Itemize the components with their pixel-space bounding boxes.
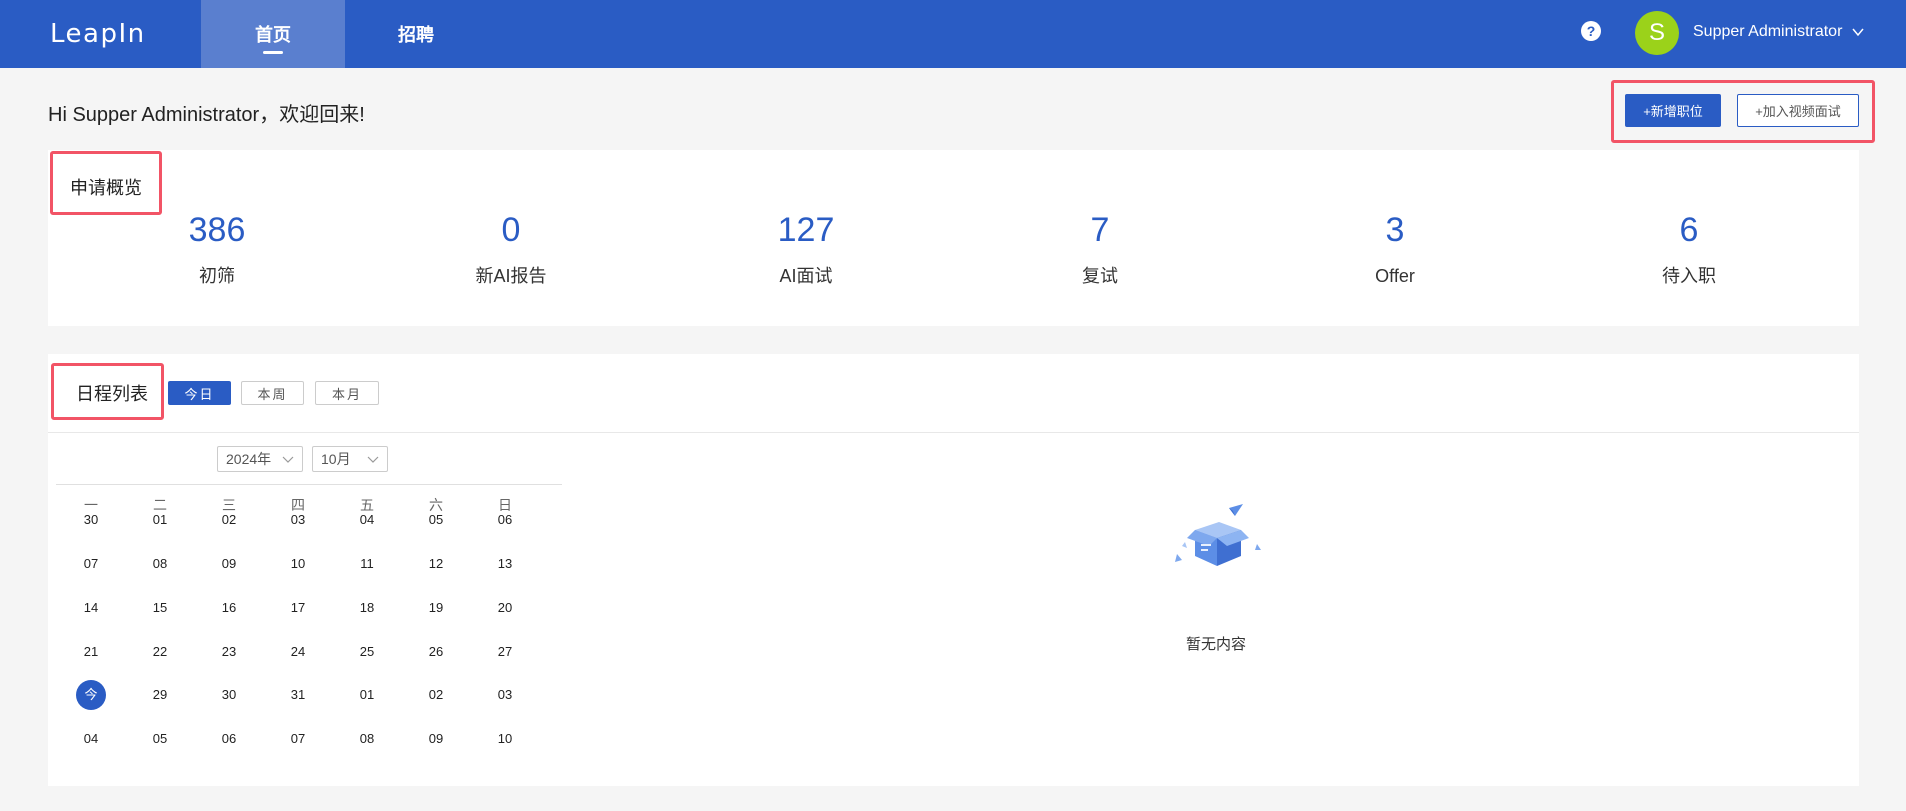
schedule-list-card: 日程列表 今日 本周 本月 2024年 10月 一二三四五六日 30 01 02 03 0… — [48, 354, 1859, 786]
month-select[interactable]: 10月 — [312, 446, 388, 472]
stat-value: 6 — [1679, 211, 1699, 249]
calendar-day[interactable]: 06 — [214, 724, 244, 754]
calendar-day[interactable]: 29 — [145, 680, 175, 710]
month-select-value: 10月 — [321, 451, 351, 467]
calendar-day[interactable]: 05 — [145, 724, 175, 754]
calendar-day[interactable]: 12 — [421, 549, 451, 579]
segment-today[interactable]: 今日 — [168, 381, 231, 405]
calendar-day[interactable]: 06 — [490, 505, 520, 535]
tab-recruitment-label: 招聘 — [398, 25, 434, 45]
segment-this-month[interactable]: 本月 — [315, 381, 379, 405]
tab-recruitment[interactable]: 招聘 — [344, 0, 488, 68]
calendar-day[interactable]: 07 — [283, 724, 313, 754]
join-video-interview-button[interactable]: +加入视频面试 — [1737, 94, 1859, 127]
calendar-day[interactable]: 26 — [421, 637, 451, 667]
stat-label: 待入职 — [1662, 266, 1716, 286]
add-position-button[interactable]: +新增职位 — [1625, 94, 1721, 127]
calendar-day-today[interactable]: 今 — [76, 680, 106, 710]
stat-value: 127 — [777, 211, 835, 249]
calendar-day[interactable]: 09 — [421, 724, 451, 754]
calendar-day[interactable]: 01 — [352, 680, 382, 710]
schedule-divider — [48, 432, 1859, 433]
stat-initial-screening[interactable]: 386 初筛 — [117, 210, 317, 288]
stat-pending-onboarding[interactable]: 6 待入职 — [1589, 210, 1789, 288]
calendar-day[interactable]: 21 — [76, 637, 106, 667]
calendar-day[interactable]: 24 — [283, 637, 313, 667]
stat-new-ai-report[interactable]: 0 新AI报告 — [411, 210, 611, 288]
welcome-message: Hi Supper Administrator，欢迎回来! — [48, 104, 365, 126]
calendar-day[interactable]: 13 — [490, 549, 520, 579]
schedule-title: 日程列表 — [76, 384, 148, 404]
chevron-down-icon — [282, 456, 294, 463]
calendar-day[interactable]: 15 — [145, 593, 175, 623]
calendar-day[interactable]: 22 — [145, 637, 175, 667]
empty-state-text: 暂无内容 — [1186, 636, 1247, 653]
stat-label: 初筛 — [199, 266, 235, 286]
calendar-day[interactable]: 11 — [352, 549, 382, 579]
calendar-day[interactable]: 03 — [283, 505, 313, 535]
calendar-day[interactable]: 03 — [490, 680, 520, 710]
stat-value: 7 — [1090, 211, 1110, 249]
stat-value: 386 — [188, 211, 246, 249]
empty-box-icon — [1175, 504, 1261, 566]
stat-offer[interactable]: 3 Offer — [1295, 210, 1495, 288]
active-tab-indicator — [263, 51, 283, 54]
calendar-day[interactable]: 19 — [421, 593, 451, 623]
stat-second-interview[interactable]: 7 复试 — [1000, 210, 1200, 288]
calendar-day[interactable]: 05 — [421, 505, 451, 535]
calendar-day[interactable]: 09 — [214, 549, 244, 579]
chevron-down-icon[interactable] — [1850, 24, 1866, 40]
calendar-divider — [56, 484, 562, 485]
stat-label: 复试 — [1082, 266, 1118, 286]
calendar-day[interactable]: 27 — [490, 637, 520, 667]
stat-ai-interview[interactable]: 127 AI面试 — [706, 210, 906, 288]
calendar-day[interactable]: 08 — [352, 724, 382, 754]
calendar-day[interactable]: 04 — [76, 724, 106, 754]
calendar-day[interactable]: 17 — [283, 593, 313, 623]
calendar-day[interactable]: 30 — [76, 505, 106, 535]
year-select-value: 2024年 — [226, 451, 272, 467]
calendar-day[interactable]: 08 — [145, 549, 175, 579]
calendar-day[interactable]: 23 — [214, 637, 244, 667]
calendar-day[interactable]: 10 — [283, 549, 313, 579]
calendar-day[interactable]: 07 — [76, 549, 106, 579]
calendar-day[interactable]: 20 — [490, 593, 520, 623]
calendar-day[interactable]: 18 — [352, 593, 382, 623]
top-navigation-bar: LeapIn 首页 招聘 ? S Supper Administrator — [0, 0, 1906, 68]
stat-label: AI面试 — [779, 266, 833, 286]
overview-title: 申请概览 — [70, 178, 142, 198]
calendar-day[interactable]: 30 — [214, 680, 244, 710]
calendar-day[interactable]: 02 — [214, 505, 244, 535]
year-select[interactable]: 2024年 — [217, 446, 303, 472]
app-logo[interactable]: LeapIn — [50, 19, 146, 49]
segment-this-week[interactable]: 本周 — [241, 381, 304, 405]
application-overview-card: 申请概览 386 初筛 0 新AI报告 127 AI面试 7 复试 3 Offe… — [48, 150, 1859, 326]
stat-label: 新AI报告 — [475, 266, 547, 286]
stat-value: 0 — [501, 211, 521, 249]
help-icon[interactable]: ? — [1581, 21, 1601, 41]
calendar-day[interactable]: 14 — [76, 593, 106, 623]
user-menu-name[interactable]: Supper Administrator — [1693, 23, 1842, 41]
calendar-day[interactable]: 02 — [421, 680, 451, 710]
chevron-down-icon — [367, 456, 379, 463]
calendar-day[interactable]: 31 — [283, 680, 313, 710]
calendar-day[interactable]: 10 — [490, 724, 520, 754]
calendar-day[interactable]: 25 — [352, 637, 382, 667]
avatar[interactable]: S — [1635, 11, 1679, 55]
stat-label: Offer — [1375, 266, 1415, 286]
tab-home-label: 首页 — [255, 25, 291, 45]
calendar-day[interactable]: 16 — [214, 593, 244, 623]
calendar-day[interactable]: 01 — [145, 505, 175, 535]
tab-home[interactable]: 首页 — [201, 0, 345, 68]
stat-value: 3 — [1385, 211, 1405, 249]
calendar-day[interactable]: 04 — [352, 505, 382, 535]
